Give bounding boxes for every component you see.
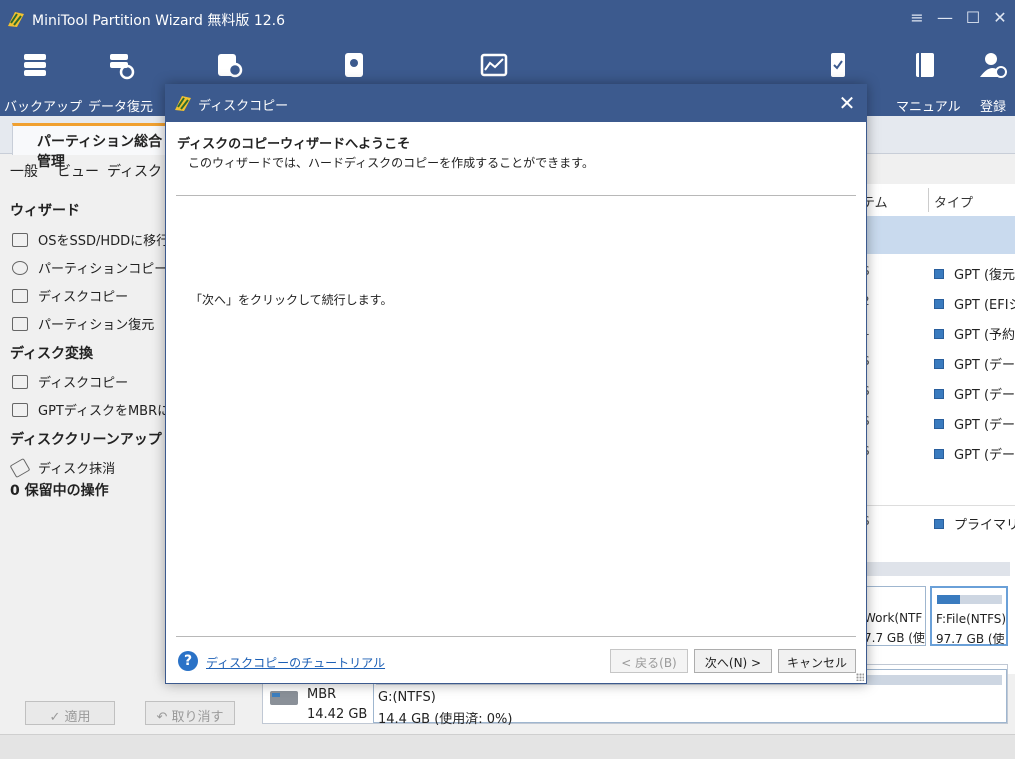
app-title: MiniTool Partition Wizard 無料版 12.6 xyxy=(32,13,285,29)
partition-usage-bar xyxy=(937,595,1002,604)
migrate-os-icon xyxy=(12,233,28,247)
table-row[interactable]: プライマリ xyxy=(934,514,1015,533)
wizard-copy-disk[interactable]: ディスクコピー xyxy=(12,286,128,305)
wizard-migrate-os[interactable]: OSをSSD/HDDに移行 xyxy=(12,230,169,249)
dialog-title-bar: ディスクコピー ✕ xyxy=(166,85,866,122)
menu-bar: 一般 ビュー ディスク xyxy=(0,154,170,184)
tab-partition-management[interactable]: パーティション総合管理 xyxy=(12,123,172,170)
disk-2-size: 14.42 GB xyxy=(307,707,368,722)
main-title-bar: MiniTool Partition Wizard 無料版 12.6 ≡ — ☐… xyxy=(0,0,1015,38)
status-bar xyxy=(0,734,1015,759)
partition-color-swatch xyxy=(934,269,944,279)
disk-2-type: MBR xyxy=(307,687,337,702)
partition-color-swatch xyxy=(934,299,944,309)
divider xyxy=(176,636,856,637)
undo-button[interactable]: ↶ 取り消す xyxy=(145,701,235,725)
table-row[interactable]: GPT (デー xyxy=(934,354,1015,373)
app-logo-icon xyxy=(175,96,191,111)
wizard-copy-partition[interactable]: パーティションコピー xyxy=(12,258,167,277)
toolbar-disk-benchmark-button[interactable] xyxy=(336,50,372,84)
close-window-icon[interactable]: ✕ xyxy=(991,8,1009,27)
data-recovery-icon xyxy=(110,54,135,80)
space-analyzer-icon xyxy=(480,53,508,77)
tutorial-link[interactable]: ディスクコピーのチュートリアル xyxy=(206,654,385,671)
table-row[interactable]: GPT (復元 xyxy=(934,264,1015,283)
apply-bar: ✓ 適用 ↶ 取り消す xyxy=(0,690,260,734)
copy-disk-icon xyxy=(12,375,28,389)
column-divider xyxy=(928,188,929,212)
wizard-partition-recovery[interactable]: パーティション復元 xyxy=(12,314,154,333)
column-type: タイプ xyxy=(934,196,974,211)
left-action-panel: ウィザード OSをSSD/HDDに移行 パーティションコピー ディスクコピー パ… xyxy=(0,190,183,690)
disk-copy-dialog: ディスクコピー ✕ ディスクのコピーウィザードへようこそ このウィザードでは、ハ… xyxy=(165,84,867,684)
table-divider xyxy=(860,505,1015,506)
apply-button[interactable]: ✓ 適用 xyxy=(25,701,115,725)
selected-disk-row[interactable] xyxy=(860,216,1015,254)
partition-color-swatch xyxy=(934,449,944,459)
table-row[interactable]: GPT (EFIシ xyxy=(934,294,1015,313)
menu-disk[interactable]: ディスク xyxy=(107,161,162,181)
back-button[interactable]: < 戻る(B) xyxy=(610,649,688,673)
backup-icon xyxy=(24,54,46,76)
toolbar-space-analyzer-button[interactable] xyxy=(476,50,512,84)
wizard-subtitle: このウィザードでは、ハードディスクのコピーを作成することができます。 xyxy=(188,156,594,170)
dialog-title: ディスクコピー xyxy=(198,99,289,114)
wizard-header: ウィザード xyxy=(10,203,80,219)
table-row[interactable]: GPT (デー xyxy=(934,384,1015,403)
table-row[interactable]: GPT (デー xyxy=(934,414,1015,433)
usb-disk-icon xyxy=(270,691,298,705)
wizard-instruction: 「次へ」をクリックして続行します。 xyxy=(190,293,393,307)
toolbar-manual-button[interactable]: マニュアル xyxy=(896,50,961,115)
resize-grip-icon[interactable] xyxy=(856,673,864,681)
cleanup-header: ディスククリーンアップ xyxy=(10,432,162,448)
partition-recovery-icon xyxy=(218,54,243,78)
menu-view[interactable]: ビュー xyxy=(57,161,99,181)
bootable-media-icon xyxy=(831,53,845,77)
toolbar-partition-recovery-button[interactable] xyxy=(208,50,248,84)
copy-partition-icon xyxy=(12,261,28,275)
menu-general[interactable]: 一般 xyxy=(10,161,38,181)
disk-benchmark-icon xyxy=(345,53,363,77)
app-logo-icon xyxy=(8,12,24,27)
partition-color-swatch xyxy=(934,329,944,339)
divider xyxy=(176,195,856,196)
cancel-button[interactable]: キャンセル xyxy=(778,649,856,673)
partition-recovery-small-icon xyxy=(12,317,28,331)
menu-icon[interactable]: ≡ xyxy=(908,8,926,27)
pending-operations: 0 保留中の操作 xyxy=(10,483,109,499)
convert-copy-disk[interactable]: ディスクコピー xyxy=(12,372,128,391)
partition-color-swatch xyxy=(934,389,944,399)
partition-color-swatch xyxy=(934,519,944,529)
maximize-icon[interactable]: ☐ xyxy=(964,8,982,27)
eraser-icon xyxy=(9,457,31,479)
partition-color-swatch xyxy=(934,359,944,369)
minimize-icon[interactable]: — xyxy=(936,8,954,27)
table-row[interactable]: GPT (デー xyxy=(934,444,1015,463)
cleanup-wipe-disk[interactable]: ディスク抹消 xyxy=(9,457,115,479)
toolbar-register-button[interactable]: 登録 xyxy=(974,50,1012,115)
next-button[interactable]: 次へ(N) > xyxy=(694,649,772,673)
close-icon[interactable]: ✕ xyxy=(836,91,858,115)
convert-gpt-to-mbr[interactable]: GPTディスクをMBRに変 xyxy=(12,400,183,419)
partition-color-swatch xyxy=(934,419,944,429)
register-icon xyxy=(980,53,1007,78)
disk-partition-file[interactable]: F:File(NTFS) 97.7 GB (使 xyxy=(930,586,1008,646)
help-icon[interactable]: ? xyxy=(178,651,198,671)
toolbar-backup-button[interactable]: バックアップ xyxy=(4,50,82,115)
disk-partition-work[interactable]: Work(NTF 7.7 GB (使 xyxy=(860,586,926,646)
wizard-heading: ディスクのコピーウィザードへようこそ xyxy=(177,137,411,152)
toolbar-data-recovery-button[interactable]: データ復元 xyxy=(88,50,153,115)
manual-icon xyxy=(916,53,934,77)
convert-header: ディスク変換 xyxy=(10,346,94,362)
horizontal-scrollbar[interactable] xyxy=(860,562,1010,576)
copy-disk-icon xyxy=(12,289,28,303)
table-row[interactable]: GPT (予約 xyxy=(934,324,1015,343)
convert-gpt-icon xyxy=(12,403,28,417)
